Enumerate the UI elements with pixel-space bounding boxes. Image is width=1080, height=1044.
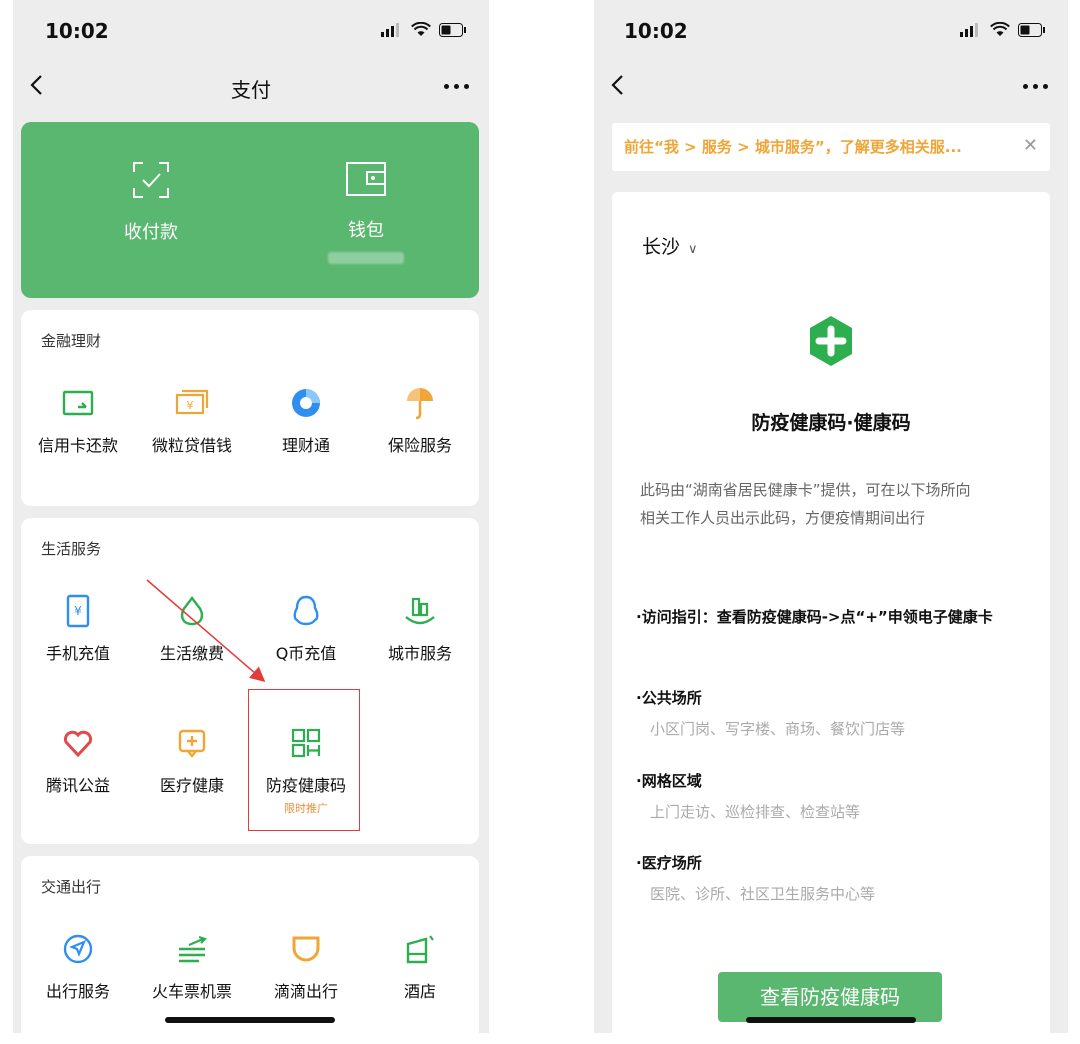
city-selector[interactable]: 长沙 ∨ bbox=[642, 232, 698, 259]
place-item: ·医疗场所 医院、诊所、社区卫生服务中心等 bbox=[636, 850, 1016, 904]
place-detail: 医院、诊所、社区卫生服务中心等 bbox=[650, 885, 876, 903]
place-detail: 上门走访、巡检排查、检查站等 bbox=[650, 803, 861, 821]
place-detail: 小区门岗、写字楼、商场、餐饮门店等 bbox=[650, 720, 906, 738]
health-cross-icon bbox=[810, 316, 852, 366]
payment-screen: 10:02 支付 收付款 钱包 金融理财 信用卡还款 ¥ 微粒贷借钱 理财通 保… bbox=[13, 0, 489, 1033]
more-menu-icon[interactable] bbox=[1023, 84, 1048, 89]
annotation-arrow bbox=[146, 579, 266, 682]
notice-text: 前往“我 > 服务 > 城市服务”，了解更多相关服... bbox=[624, 138, 962, 156]
place-title: ·医疗场所 bbox=[636, 854, 702, 872]
signal-icon bbox=[960, 22, 978, 37]
nav-bar bbox=[594, 62, 1068, 114]
status-time: 10:02 bbox=[624, 19, 688, 43]
back-arrow-icon[interactable] bbox=[608, 70, 628, 100]
home-indicator[interactable] bbox=[165, 1017, 335, 1023]
battery-icon bbox=[1018, 22, 1045, 37]
guide-text: ·访问指引：查看防疫健康码->点“+”申领电子健康卡 bbox=[636, 608, 993, 626]
description-text: 此码由“湖南省居民健康卡”提供，可在以下场所向相关工作人员出示此码，方便疫情期间… bbox=[640, 481, 971, 527]
place-title: ·网格区域 bbox=[636, 772, 702, 790]
notice-banner[interactable]: 前往“我 > 服务 > 城市服务”，了解更多相关服... ✕ bbox=[612, 123, 1050, 171]
city-name: 长沙 bbox=[642, 236, 681, 258]
health-code-title: 防疫健康码·健康码 bbox=[751, 412, 911, 434]
health-code-panel: 长沙 ∨ 防疫健康码·健康码 此码由“湖南省居民健康卡”提供，可在以下场所向相关工… bbox=[612, 192, 1050, 1033]
home-indicator[interactable] bbox=[746, 1017, 916, 1023]
chevron-down-icon: ∨ bbox=[688, 242, 698, 257]
access-guide: ·访问指引：查看防疫健康码->点“+”申领电子健康卡 bbox=[636, 604, 1016, 631]
place-title: ·公共场所 bbox=[636, 689, 702, 707]
health-code-screen: 10:02 前往“我 > 服务 > 城市服务”，了解更多相关服... ✕ 长沙 ∨… bbox=[594, 0, 1068, 1033]
place-item: ·公共场所 小区门岗、写字楼、商场、餐饮门店等 bbox=[636, 685, 1016, 739]
view-health-code-button[interactable]: 查看防疫健康码 bbox=[718, 972, 942, 1022]
system-icons bbox=[960, 22, 1046, 37]
status-bar: 10:02 bbox=[594, 0, 1068, 62]
wifi-icon bbox=[990, 22, 1010, 36]
place-item: ·网格区域 上门走访、巡检排查、检查站等 bbox=[636, 768, 1016, 822]
close-icon[interactable]: ✕ bbox=[1023, 135, 1038, 156]
